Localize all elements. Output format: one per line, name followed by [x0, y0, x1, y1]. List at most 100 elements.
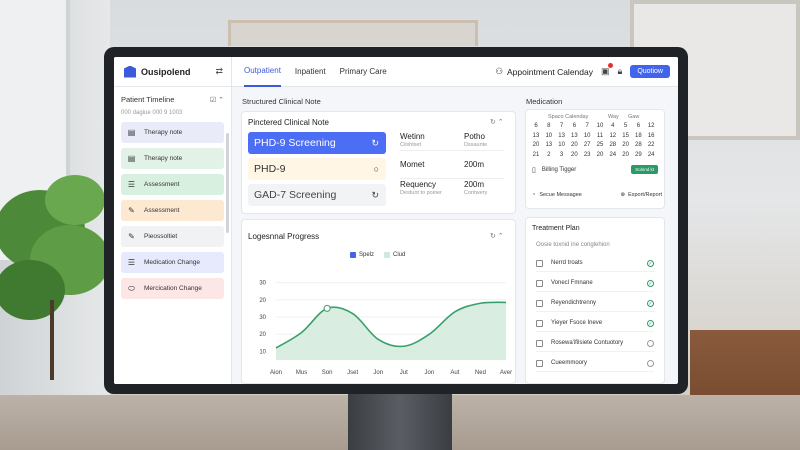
- data-point[interactable]: [323, 304, 331, 312]
- lock-icon[interactable]: 🔒︎: [618, 66, 623, 77]
- note-row[interactable]: GAD-7 Screening ↻: [248, 184, 386, 206]
- treatment-item[interactable]: Cueemmoory: [536, 356, 654, 372]
- timeline-item[interactable]: ✎ Pieossoltiet: [121, 226, 224, 247]
- calendar-day[interactable]: 25: [594, 142, 606, 148]
- timeline-item[interactable]: ▤ Therapy note: [121, 148, 224, 169]
- treatment-item[interactable]: Vonecl Fmnane ✓: [536, 276, 654, 292]
- secure-message-link[interactable]: Secue Messagee: [539, 192, 582, 198]
- x-tick-label: Jut: [400, 370, 408, 376]
- calendar-day[interactable]: 5: [620, 123, 632, 129]
- calendar-day[interactable]: 20: [620, 142, 632, 148]
- calendar-day[interactable]: 10: [581, 133, 593, 139]
- brand: Ousipolend ⇄: [114, 57, 232, 87]
- empty-circle-icon: [647, 360, 654, 367]
- y-tick-label: 30: [259, 281, 266, 287]
- calendar-day[interactable]: 23: [581, 152, 593, 158]
- calendar-day[interactable]: 13: [556, 133, 568, 139]
- calendar-day[interactable]: 22: [645, 142, 657, 148]
- calendar-day[interactable]: 8: [543, 123, 555, 129]
- calendar-day[interactable]: 20: [530, 142, 542, 148]
- tab-outpatient[interactable]: Outpatient: [244, 57, 281, 87]
- refresh-icon[interactable]: ↻ ⌃: [490, 232, 504, 240]
- check-circle-icon: ✓: [647, 300, 654, 307]
- progress-title: Logesnnal Progress: [248, 232, 320, 241]
- calendar-day[interactable]: 21: [530, 152, 542, 158]
- calendar-day[interactable]: 7: [556, 123, 568, 129]
- calendar-day[interactable]: 13: [530, 133, 542, 139]
- refresh-icon[interactable]: ↻ ⌃: [490, 118, 504, 126]
- treatment-item[interactable]: Nerrd troats ✓: [536, 256, 654, 272]
- calendar-day[interactable]: 29: [632, 152, 644, 158]
- calendar-day[interactable]: 20: [594, 152, 606, 158]
- x-tick-label: Aion: [270, 370, 282, 376]
- calendar-day[interactable]: 15: [620, 133, 632, 139]
- field-label: Requency: [400, 180, 437, 189]
- notifications-icon[interactable]: ▣: [601, 63, 613, 77]
- calendar-day[interactable]: 18: [632, 133, 644, 139]
- calendar-day[interactable]: 13: [568, 133, 580, 139]
- treatment-item[interactable]: Rosewa'ifilsiete Contuotory: [536, 336, 654, 352]
- sidebar-toggle-icon[interactable]: ⇄: [215, 66, 223, 77]
- note-row[interactable]: PHD-9 ○: [248, 158, 386, 180]
- calendar-day[interactable]: 3: [556, 152, 568, 158]
- calendar-day[interactable]: 20: [620, 152, 632, 158]
- calendar-day[interactable]: 16: [645, 133, 657, 139]
- timeline-title: Patient Timeline: [121, 95, 175, 104]
- calendar-day[interactable]: 10: [594, 123, 606, 129]
- calendar-day[interactable]: 10: [556, 142, 568, 148]
- sidebar-scrollbar[interactable]: [226, 133, 229, 233]
- background-plant: [0, 175, 110, 380]
- calendar-day[interactable]: 7: [581, 123, 593, 129]
- calendar-day[interactable]: 6: [530, 123, 542, 129]
- calendar-day[interactable]: 24: [645, 152, 657, 158]
- calendar-day[interactable]: 24: [607, 152, 619, 158]
- treatment-checkbox[interactable]: [536, 320, 543, 327]
- calendar-day[interactable]: 11: [594, 133, 606, 139]
- treatment-checkbox[interactable]: [536, 340, 543, 347]
- treatment-checkbox[interactable]: [536, 360, 543, 367]
- field-divider: [400, 178, 504, 179]
- calendar-day[interactable]: 12: [645, 123, 657, 129]
- treatment-checkbox[interactable]: [536, 300, 543, 307]
- calendar-day[interactable]: 12: [607, 133, 619, 139]
- timeline-item[interactable]: ☰ Medication Change: [121, 252, 224, 273]
- area-fill: [276, 302, 506, 360]
- chat-icon: ◔: [532, 192, 536, 198]
- quick-action-button[interactable]: Quotiow: [630, 65, 670, 78]
- calendar-day[interactable]: 20: [568, 142, 580, 148]
- appointment-calendar-link[interactable]: ⚇ Appointment Calenday: [495, 66, 593, 77]
- treatment-item[interactable]: Yieyer Fsoce Ineve ✓: [536, 316, 654, 332]
- calendar-day[interactable]: 13: [543, 142, 555, 148]
- timeline-item[interactable]: ☰ Assessment: [121, 174, 224, 195]
- filter-check-icon[interactable]: ☑ ⌃: [210, 96, 224, 104]
- treatment-checkbox[interactable]: [536, 260, 543, 267]
- note-row[interactable]: PHD-9 Screening ↻: [248, 132, 386, 154]
- calendar-day[interactable]: 27: [581, 142, 593, 148]
- x-tick-label: Jon: [373, 370, 383, 376]
- timeline-item[interactable]: ✎ Assessment: [121, 200, 224, 221]
- timeline-item-label: Assessment: [144, 207, 180, 214]
- treatment-checkbox[interactable]: [536, 280, 543, 287]
- calendar-day[interactable]: 10: [543, 133, 555, 139]
- calendar-day[interactable]: 2: [543, 152, 555, 158]
- tab-inpatient[interactable]: Inpatient: [295, 57, 326, 87]
- x-tick-label: Son: [322, 370, 333, 376]
- field-label: Wetinn: [400, 132, 425, 141]
- treatment-item-label: Cueemmoory: [551, 360, 588, 366]
- calendar-day[interactable]: 6: [568, 123, 580, 129]
- billing-badge[interactable]: Solnnd kt: [631, 165, 658, 174]
- calendar-day[interactable]: 28: [607, 142, 619, 148]
- calendar-day[interactable]: 20: [568, 152, 580, 158]
- timeline-item[interactable]: ▤ Therapy note: [121, 122, 224, 143]
- timeline-item-label: Pieossoltiet: [144, 233, 178, 240]
- field-value: 200m: [464, 160, 485, 169]
- calendar-day[interactable]: 28: [632, 142, 644, 148]
- treatment-item[interactable]: Reyendichtrenny ✓: [536, 296, 654, 312]
- calendar-day[interactable]: 4: [607, 123, 619, 129]
- export-report-link[interactable]: Export/Report: [628, 192, 662, 198]
- tab-primary-care[interactable]: Primary Care: [340, 57, 387, 87]
- timeline-item[interactable]: ⬭ Mercication Change: [121, 278, 224, 299]
- clinical-note-card: Pinctered Clinical Note PHD-9 Screening ↻…: [241, 111, 516, 214]
- calendar-day[interactable]: 6: [632, 123, 644, 129]
- field-sublabel: Destuot to poioer: [400, 190, 442, 196]
